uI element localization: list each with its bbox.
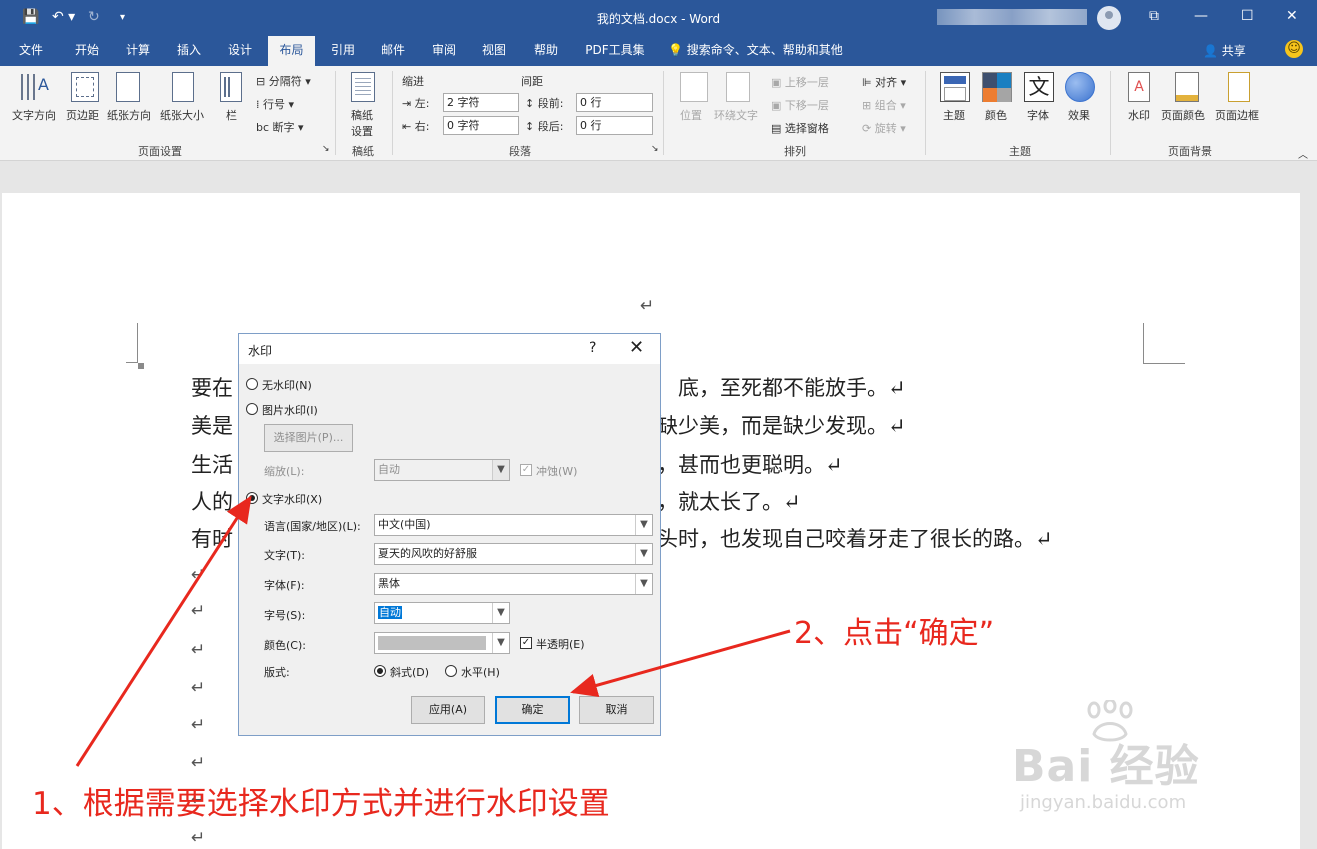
- arrow-to-ok-button: [570, 629, 791, 698]
- annotation-arrows: [75, 495, 791, 767]
- arrow-to-text-watermark: [75, 495, 252, 767]
- annotation-step-2: 2、点击“确定”: [794, 616, 995, 651]
- annotation-step-1: 1、根据需要选择水印方式并进行水印设置: [32, 786, 610, 822]
